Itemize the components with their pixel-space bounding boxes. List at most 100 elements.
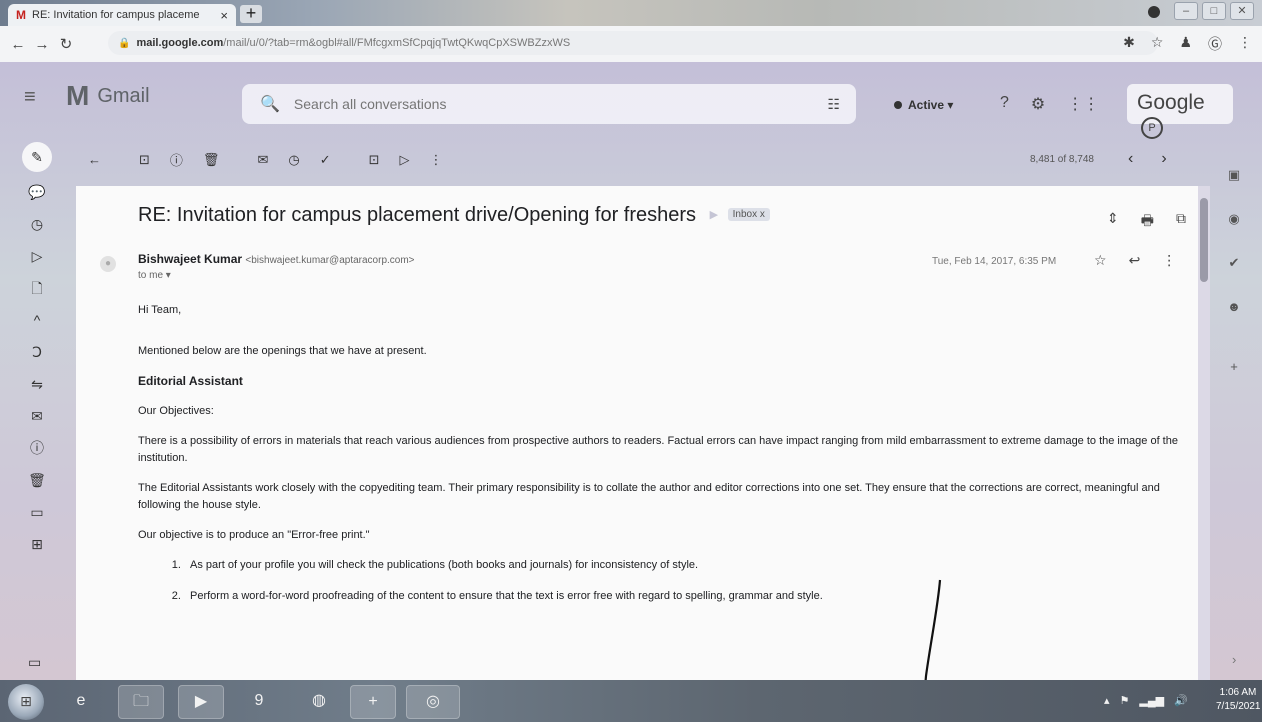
account-icon[interactable]: Ⓖ bbox=[1208, 34, 1222, 54]
gmail-favicon-icon: M bbox=[16, 8, 26, 22]
gmail-header: ≡ M Gmail 🔍 ☷ Active ▾ ? ⚙ ⋮⋮ Google P bbox=[0, 62, 1262, 139]
main-menu-icon[interactable]: ≡ bbox=[24, 86, 36, 109]
star-icon[interactable]: ☆ bbox=[1094, 252, 1107, 269]
calendar-icon[interactable]: ▣ bbox=[1222, 158, 1246, 192]
scrollbar-thumb[interactable] bbox=[1200, 198, 1208, 282]
labels-icon[interactable]: ▷ bbox=[400, 152, 410, 168]
show-side-panel-icon[interactable]: › bbox=[1232, 652, 1236, 667]
snooze-icon[interactable]: ◷ bbox=[288, 152, 299, 168]
file-explorer-icon[interactable]: 🗀 bbox=[118, 685, 164, 719]
back-icon[interactable]: ← bbox=[6, 36, 30, 53]
help-icon[interactable]: ? bbox=[1000, 94, 1009, 114]
categories-icon[interactable]: ⊞ bbox=[22, 532, 52, 556]
move-to-icon[interactable]: ⊡ bbox=[369, 152, 380, 168]
sent-icon[interactable]: ▷ bbox=[22, 244, 52, 268]
pager-count: 8,481 of 8,748 bbox=[1030, 154, 1094, 165]
apps-grid-icon[interactable]: ⋮⋮ bbox=[1067, 94, 1099, 114]
message-toolbar: ← ⊡ ⓘ 🗑 ✉ ◷ ✓ ⊡ ▷ ⋮ bbox=[88, 150, 443, 169]
close-window-button[interactable]: ✕ bbox=[1230, 2, 1254, 20]
ie-icon[interactable]: e bbox=[58, 685, 104, 719]
mark-unread-icon[interactable]: ✉ bbox=[257, 152, 268, 168]
reply-icon[interactable]: ↩ bbox=[1129, 252, 1141, 269]
status-dot-icon bbox=[894, 101, 902, 109]
open-new-window-icon[interactable]: ⧉ bbox=[1176, 210, 1186, 234]
url-bar[interactable]: 🔒 mail.google.com /mail/u/0/?tab=rm&ogbl… bbox=[108, 31, 1158, 55]
email-view: RE: Invitation for campus placement driv… bbox=[76, 186, 1198, 680]
pager-arrows: ‹ › bbox=[1128, 150, 1167, 168]
back-to-list-icon[interactable]: ← bbox=[88, 152, 101, 167]
report-spam-icon[interactable]: ⓘ bbox=[170, 150, 183, 169]
app-9-icon[interactable]: 9 bbox=[236, 685, 282, 719]
delete-icon[interactable]: 🗑 bbox=[203, 152, 220, 168]
paragraph-3: Our objective is to produce an "Error-fr… bbox=[138, 529, 370, 541]
browser-tabstrip: M RE: Invitation for campus placeme × + … bbox=[0, 0, 1262, 26]
less-chevron-up-icon[interactable]: ^ bbox=[22, 308, 52, 332]
browser-tab[interactable]: M RE: Invitation for campus placeme × bbox=[8, 4, 236, 26]
volume-icon[interactable]: 🔊 bbox=[1174, 694, 1188, 707]
reload-icon[interactable]: ↻ bbox=[54, 35, 78, 53]
importance-marker-icon[interactable]: ▶ bbox=[710, 209, 718, 221]
more-options-icon[interactable]: ⋮ bbox=[430, 152, 443, 168]
minimize-button[interactable]: – bbox=[1174, 2, 1198, 20]
expand-all-icon[interactable]: ⇕ bbox=[1107, 210, 1119, 234]
drafts-icon[interactable]: 🗋 bbox=[22, 276, 52, 300]
chrome-icon[interactable]: ◎ bbox=[406, 685, 460, 719]
tasks-icon[interactable]: ✔ bbox=[1222, 246, 1246, 280]
newer-chevron-left-icon[interactable]: ‹ bbox=[1128, 150, 1133, 168]
keep-icon[interactable]: ◉ bbox=[1222, 202, 1246, 236]
search-input[interactable] bbox=[293, 96, 828, 112]
bookmark-star-icon[interactable]: ☆ bbox=[1151, 34, 1164, 54]
gmail-m-icon: M bbox=[66, 80, 90, 111]
start-button[interactable]: ⊞ bbox=[8, 684, 44, 720]
sender-name[interactable]: Bishwajeet Kumar bbox=[138, 252, 242, 266]
search-options-icon[interactable]: ☷ bbox=[827, 96, 840, 113]
gmail-logo[interactable]: M Gmail bbox=[66, 82, 150, 110]
settings-gear-icon[interactable]: ⚙ bbox=[1031, 94, 1045, 114]
print-icon[interactable]: 🖶 bbox=[1141, 210, 1154, 234]
google-account-button[interactable]: Google P bbox=[1127, 84, 1233, 139]
new-tab-button[interactable]: + bbox=[240, 4, 262, 23]
important-icon[interactable]: Ↄ bbox=[22, 340, 52, 364]
message-more-icon[interactable]: ⋮ bbox=[1162, 252, 1176, 269]
profile-person-icon[interactable]: ♟ bbox=[1179, 34, 1192, 54]
tray-arrow-icon[interactable]: ▴ bbox=[1104, 694, 1110, 707]
contacts-icon[interactable]: ☻ bbox=[1222, 290, 1246, 324]
older-chevron-right-icon[interactable]: › bbox=[1161, 150, 1166, 168]
taskbar-clock[interactable]: 1:06 AM 7/15/2021 bbox=[1216, 686, 1261, 714]
browser-menu-icon[interactable]: ⋮ bbox=[1238, 34, 1252, 54]
side-panel: ▣ ◉ ✔ ☻ + bbox=[1222, 158, 1246, 394]
trash-icon[interactable]: 🗑 bbox=[22, 468, 52, 492]
chat-icon[interactable]: 💬 bbox=[22, 180, 52, 204]
scheduled-icon[interactable]: ⇋ bbox=[22, 372, 52, 396]
role-title: Editorial Assistant bbox=[138, 374, 243, 388]
profile-dot-icon[interactable] bbox=[1148, 6, 1160, 18]
email-date: Tue, Feb 14, 2017, 6:35 PM bbox=[932, 256, 1057, 267]
inbox-label-chip[interactable]: Inbox x bbox=[727, 208, 770, 221]
recipient-details[interactable]: to me ▾ bbox=[138, 270, 171, 281]
list-item: Perform a word-for-word proofreading of … bbox=[184, 588, 1178, 605]
label-icon[interactable]: ▭ bbox=[22, 500, 52, 524]
plus-app-icon[interactable]: + bbox=[350, 685, 396, 719]
add-addon-icon[interactable]: + bbox=[1222, 350, 1246, 384]
snoozed-clock-icon[interactable]: ◷ bbox=[22, 212, 52, 236]
search-icon[interactable]: 🔍 bbox=[260, 94, 280, 114]
network-signal-icon[interactable]: ▂▄▆ bbox=[1139, 694, 1164, 707]
spam-icon[interactable]: ⓘ bbox=[22, 436, 52, 460]
meet-icon[interactable]: ▭ bbox=[28, 654, 41, 671]
archive-icon[interactable]: ⊡ bbox=[139, 152, 150, 168]
extension-icon[interactable]: ✱ bbox=[1123, 34, 1135, 54]
tab-title: RE: Invitation for campus placeme bbox=[32, 9, 200, 21]
forward-icon[interactable]: → bbox=[30, 36, 54, 53]
all-mail-icon[interactable]: ✉ bbox=[22, 404, 52, 428]
add-to-tasks-icon[interactable]: ✓ bbox=[320, 152, 331, 168]
tray-flag-icon[interactable]: ⚑ bbox=[1120, 694, 1130, 707]
maximize-button[interactable]: □ bbox=[1202, 2, 1226, 20]
network-app-icon[interactable]: ◍ bbox=[296, 685, 342, 719]
status-selector[interactable]: Active ▾ bbox=[894, 98, 953, 112]
compose-pencil-icon[interactable]: ✎ bbox=[22, 142, 52, 172]
clock-date: 7/15/2021 bbox=[1216, 701, 1261, 712]
window-controls: – □ ✕ bbox=[1174, 2, 1254, 20]
close-tab-icon[interactable]: × bbox=[220, 8, 228, 23]
google-brand: Google bbox=[1137, 91, 1205, 114]
media-player-icon[interactable]: ▶ bbox=[178, 685, 224, 719]
